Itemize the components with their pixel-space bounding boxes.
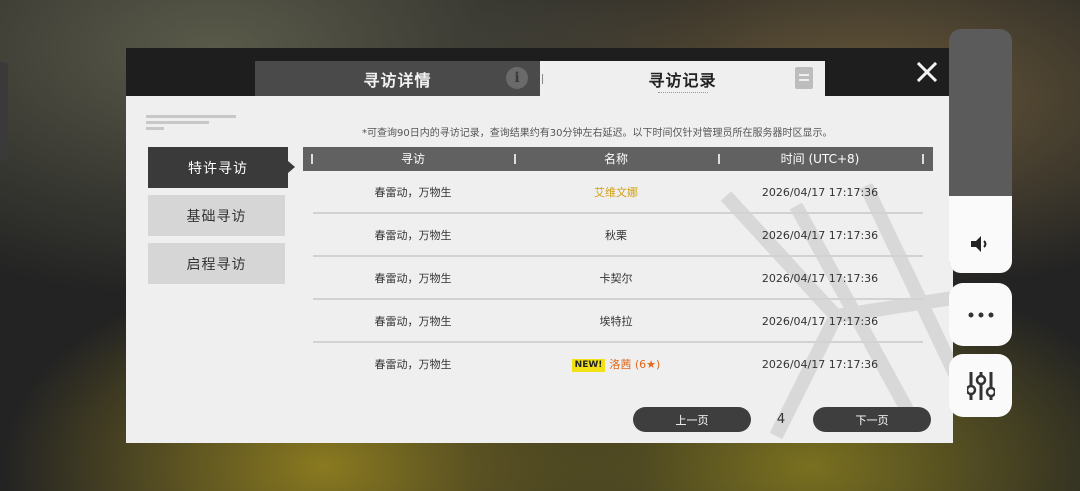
table-row: 春雷动，万物生 艾维文娜 2026/04/17 17:17:36 [313,171,923,214]
sidebar-item-basic-headhunt[interactable]: 基础寻访 [148,195,285,236]
page-number: 4 [776,412,786,427]
table-row: 春雷动，万物生 秋栗 2026/04/17 17:17:36 [313,214,923,257]
next-page-label: 下一页 [855,413,889,427]
cell-time: 2026/04/17 17:17:36 [761,358,879,371]
document-icon [795,67,813,89]
cell-name: 埃特拉 [599,315,633,328]
volume-slider[interactable] [949,29,1012,273]
logo-mark [146,115,236,133]
close-x-icon [916,61,938,83]
cell-name: 艾维文娜 [594,186,638,199]
sidebar-item-special-headhunt[interactable]: 特许寻访 [148,147,295,188]
cell-time: 2026/04/17 17:17:36 [761,229,879,242]
more-dots-icon [968,312,993,317]
tab-label: 寻访详情 [363,70,432,90]
next-page-button[interactable]: 下一页 [813,407,931,432]
table-row: 春雷动，万物生 NEW! 洛茜 (6★) 2026/04/17 17:17:36 [313,343,923,386]
prev-page-label: 上一页 [675,413,709,427]
cell-time: 2026/04/17 17:17:36 [761,272,879,285]
table-row: 春雷动，万物生 卡契尔 2026/04/17 17:17:36 [313,257,923,300]
close-button[interactable] [915,61,939,86]
left-edge-handle[interactable] [0,62,8,160]
column-header-name: 名称 [603,152,628,166]
sidebar-item-label: 特许寻访 [188,160,248,177]
prev-page-button[interactable]: 上一页 [633,407,751,432]
table-row: 春雷动，万物生 埃特拉 2026/04/17 17:17:36 [313,300,923,343]
tab-label: 寻访记录 [648,70,717,90]
cell-time: 2026/04/17 17:17:36 [761,315,879,328]
column-header-time: 时间 (UTC+8) [780,152,860,166]
header-tick [922,154,924,164]
sidebar-item-label: 基础寻访 [186,208,247,225]
cell-banner: 春雷动，万物生 [374,186,452,199]
table-header: 寻访 名称 时间 (UTC+8) [303,147,933,171]
speaker-icon [971,236,987,252]
sliders-icon [966,371,995,400]
cell-name: 秋栗 [605,229,627,242]
sidebar-item-starter-headhunt[interactable]: 启程寻访 [148,243,285,284]
new-badge: NEW! [571,358,606,372]
tab-headhunt-records[interactable]: 寻访记录 [540,61,825,96]
dialog-body: *可查询90日内的寻访记录，查询结果约有30分钟左右延迟。以下时间仅针对管理员所… [126,96,953,443]
cell-banner: 春雷动，万物生 [374,229,452,242]
info-icon: i [506,67,528,89]
cell-banner: 春雷动，万物生 [374,272,452,285]
sidebar-item-label: 启程寻访 [186,256,247,273]
more-button[interactable] [949,283,1012,346]
tab-separator [542,74,543,84]
tab-headhunt-details[interactable]: 寻访详情 i [255,61,540,96]
cell-name-group: NEW! 洛茜 (6★) [516,343,716,386]
cell-name: 卡契尔 [599,272,633,285]
query-notice: *可查询90日内的寻访记录，查询结果约有30分钟左右延迟。以下时间仅针对管理员所… [362,128,833,139]
settings-button[interactable] [949,354,1012,417]
headhunt-dialog: 寻访详情 i 寻访记录 *可查询90日内的寻访记录，查询结果约有30分钟左右延迟… [126,48,953,443]
tab-underline-dots [658,92,708,93]
cell-time: 2026/04/17 17:17:36 [761,186,879,199]
dialog-topbar: 寻访详情 i 寻访记录 [126,48,953,96]
cell-name: 洛茜 (6★) [609,358,661,371]
cell-banner: 春雷动，万物生 [374,358,452,371]
column-header-banner: 寻访 [400,152,425,166]
cell-banner: 春雷动，万物生 [374,315,452,328]
